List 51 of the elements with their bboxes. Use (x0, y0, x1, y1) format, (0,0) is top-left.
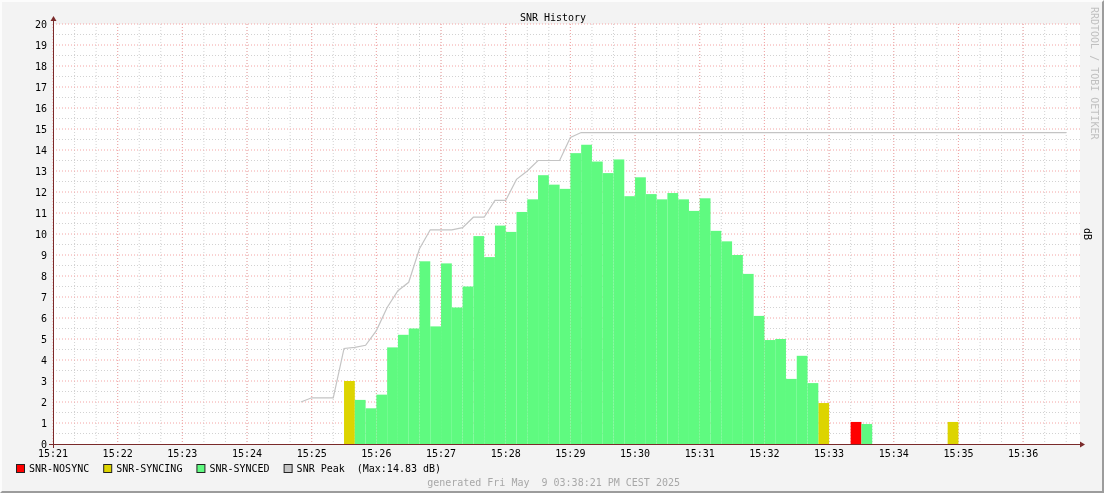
y-tick-label: 5 (40, 333, 47, 345)
chart-title: SNR History (519, 12, 587, 23)
x-tick-label: 15:22 (102, 448, 133, 459)
legend-label: SNR Peak (296, 463, 345, 474)
generated-timestamp: generated Fri May 9 03:38:21 PM CEST 2025 (427, 477, 680, 488)
y-tick-label: 1 (40, 417, 47, 429)
x-tick-label: 15:21 (37, 448, 69, 459)
x-tick-label: 15:25 (296, 448, 327, 459)
legend-label: SNR-SYNCED (209, 463, 270, 474)
y-tick-label: 9 (40, 249, 47, 261)
x-tick-label: 15:30 (620, 448, 651, 459)
x-tick-label: 15:29 (555, 448, 586, 459)
x-tick-label: 15:33 (814, 448, 845, 459)
y-tick-label: 2 (40, 396, 47, 408)
x-tick-label: 15:35 (943, 448, 974, 459)
y-tick-label: 16 (34, 102, 47, 114)
x-tick-label: 15:31 (684, 448, 715, 459)
y-tick-label: 8 (40, 270, 47, 282)
snr-bar (365, 408, 377, 444)
y-tick-label: 11 (34, 207, 47, 219)
x-tick-label: 15:28 (490, 448, 521, 459)
y-tick-label: 7 (40, 291, 47, 303)
x-tick-label: 15:34 (878, 448, 909, 459)
y-tick-label: 4 (40, 354, 47, 366)
y-tick-label: 15 (34, 123, 47, 135)
y-tick-label: 13 (34, 165, 47, 177)
y-tick-label: 20 (34, 18, 47, 30)
snr-bar (947, 421, 959, 444)
x-tick-label: 15:36 (1008, 448, 1039, 459)
x-tick-label: 15:26 (361, 448, 392, 459)
y-tick-label: 6 (40, 312, 47, 324)
y-tick-label: 19 (34, 39, 47, 51)
snr-bar (850, 421, 862, 444)
y-tick-label: 12 (34, 186, 47, 198)
x-tick-label: 15:27 (426, 448, 457, 459)
y-tick-label: 17 (34, 81, 47, 93)
y-tick-label: 14 (34, 144, 47, 156)
legend-note: (Max:14.83 dB) (356, 463, 442, 474)
y-tick-label: 0 (40, 438, 47, 450)
legend-label: SNR-NOSYNC (29, 463, 90, 474)
snr-bar (861, 424, 873, 444)
snr-bar (354, 399, 366, 444)
legend-label: SNR-SYNCING (116, 463, 183, 474)
y-tick-label: 10 (34, 228, 47, 240)
y-axis-title: dB (1082, 228, 1093, 240)
x-tick-label: 15:24 (231, 448, 263, 459)
x-tick-label: 15:23 (167, 448, 198, 459)
y-tick-label: 18 (34, 60, 47, 72)
y-tick-label: 3 (40, 375, 47, 387)
snr-bar (344, 381, 355, 444)
x-tick-label: 15:32 (749, 448, 780, 459)
